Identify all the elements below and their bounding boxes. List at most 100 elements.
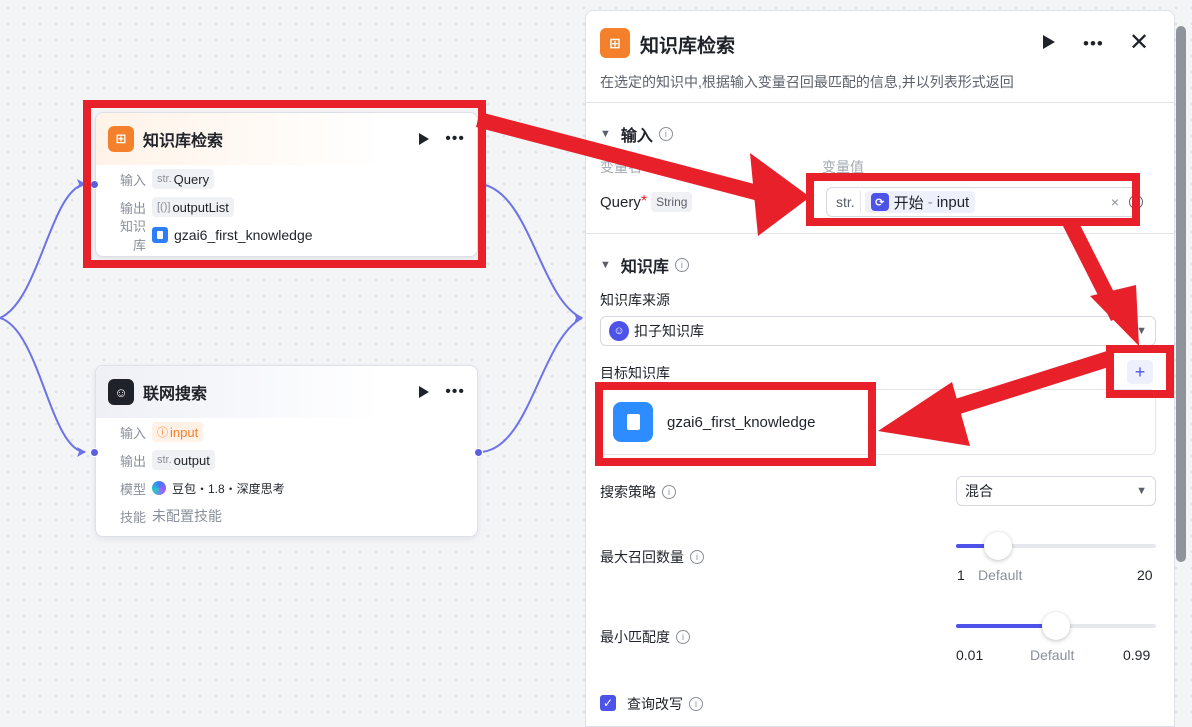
- kb-source-select[interactable]: ☺ 扣子知识库 ▼: [600, 316, 1156, 346]
- input-tag: str. Query: [152, 169, 215, 189]
- max-recall-slider[interactable]: [956, 532, 1156, 560]
- slider-min: 0.01: [956, 647, 984, 663]
- node-model-row: 模型 豆包・1.8・深度思考: [96, 474, 477, 502]
- select-value: 混合: [965, 483, 993, 499]
- column-header-name: 变量名: [600, 159, 642, 175]
- plus-icon: +: [1134, 361, 1146, 382]
- info-icon[interactable]: i: [676, 630, 690, 644]
- panel-scrollbar[interactable]: [1176, 26, 1186, 562]
- slider-max: 0.99: [1123, 647, 1151, 663]
- add-kb-button[interactable]: +: [1127, 360, 1153, 384]
- rewrite-label-row: 查询改写 i: [627, 694, 703, 714]
- more-options-button[interactable]: •••: [1083, 35, 1104, 52]
- info-icon[interactable]: i: [689, 697, 703, 711]
- workflow-canvas[interactable]: [0, 0, 585, 727]
- info-icon[interactable]: i: [658, 127, 673, 141]
- min-match-slider[interactable]: [956, 612, 1156, 640]
- kb-value: gzai6_first_knowledge: [174, 227, 313, 243]
- slider-thumb[interactable]: [1042, 612, 1070, 640]
- array-type-tag: [()]: [157, 201, 171, 213]
- model-label: 模型: [119, 481, 146, 497]
- web-node-input-port[interactable]: [90, 448, 99, 457]
- type-tag: str.: [157, 173, 172, 185]
- min-match-label: 最小匹配度: [600, 629, 670, 645]
- query-variable: Query * String: [600, 192, 693, 212]
- doubao-model-icon: [152, 481, 166, 495]
- kb-node-icon: ⊞: [108, 126, 134, 152]
- node-output-row: 输出 str. output: [96, 446, 477, 474]
- node-title: 知识库检索: [143, 133, 224, 150]
- panel-title: 知识库检索: [640, 36, 736, 57]
- strategy-select[interactable]: 混合 ▼: [956, 476, 1156, 506]
- ref-source: 开始: [893, 194, 924, 212]
- web-node-output-port[interactable]: [474, 448, 483, 457]
- setting-icon[interactable]: [1129, 195, 1143, 209]
- run-node-button[interactable]: [1043, 35, 1055, 49]
- input-value: input: [170, 424, 199, 440]
- node-output-row: 输出 [()] outputList: [96, 193, 477, 221]
- kb-node-input-port[interactable]: [90, 180, 99, 189]
- max-recall-label: 最大召回数量: [600, 549, 684, 565]
- node-header: ☺ 联网搜索 •••: [96, 366, 477, 418]
- warning-icon: ⓘ: [157, 427, 168, 439]
- node-title: 联网搜索: [143, 386, 208, 403]
- target-kb-label: 目标知识库: [600, 365, 670, 381]
- select-value: 扣子知识库: [634, 323, 704, 339]
- output-tag: str. output: [152, 450, 215, 470]
- chevron-down-icon: ▼: [1136, 485, 1147, 497]
- required-mark: *: [640, 193, 648, 210]
- info-icon[interactable]: i: [662, 485, 676, 499]
- variable-reference-input[interactable]: str. ⟳ 开始 - input ×: [826, 187, 1143, 217]
- web-search-node[interactable]: ☺ 联网搜索 ••• 输入 ⓘ input 输出 str. output 模型 豆包…: [95, 365, 478, 537]
- kb-section-header[interactable]: ▼ 知识库 i: [600, 253, 689, 277]
- node-input-row: 输入 str. Query: [96, 165, 477, 193]
- node-header: ⊞ 知识库检索 •••: [96, 113, 477, 165]
- panel-description: 在选定的知识中,根据输入变量召回最匹配的信息,并以列表形式返回: [600, 74, 1014, 90]
- web-search-icon: ☺: [108, 379, 134, 405]
- input-label: 输入: [119, 425, 146, 441]
- section-title: 输入: [620, 128, 653, 145]
- clear-icon[interactable]: ×: [1111, 194, 1119, 210]
- node-kb-row: 知识库 gzai6_first_knowledge: [96, 219, 477, 253]
- slider-fill: [956, 624, 1056, 628]
- document-icon: [152, 227, 168, 243]
- ref-variable: input: [936, 193, 970, 211]
- reference-chip[interactable]: ⟳ 开始 - input: [864, 191, 976, 213]
- run-node-button[interactable]: [419, 133, 430, 145]
- variable-type-badge: String: [651, 192, 693, 212]
- slider-thumb[interactable]: [984, 532, 1012, 560]
- kb-label: 知识库: [119, 219, 146, 253]
- output-value: output: [173, 452, 210, 468]
- rewrite-checkbox[interactable]: ✓: [600, 695, 616, 711]
- info-icon[interactable]: i: [674, 258, 689, 272]
- slider-default: Default: [978, 567, 1023, 583]
- kb-source-label: 知识库来源: [600, 292, 670, 308]
- selected-kb-card[interactable]: gzai6_first_knowledge: [600, 389, 1156, 455]
- skill-value: 未配置技能: [152, 508, 222, 524]
- type-tag: str.: [831, 191, 861, 213]
- slider-default: Default: [1030, 647, 1075, 663]
- chevron-down-icon: ▼: [600, 128, 611, 140]
- output-label: 输出: [119, 200, 146, 216]
- kb-name: gzai6_first_knowledge: [667, 413, 816, 431]
- section-title: 知识库: [620, 259, 669, 276]
- min-match-label-row: 最小匹配度 i: [600, 627, 690, 647]
- output-label: 输出: [119, 453, 146, 469]
- slider-min: 1: [957, 567, 965, 583]
- document-icon: [613, 402, 653, 442]
- input-value: Query: [173, 171, 210, 187]
- more-options-button[interactable]: •••: [445, 131, 465, 147]
- column-header-value: 变量值: [822, 159, 864, 175]
- coze-icon: ☺: [609, 321, 629, 341]
- more-options-button[interactable]: •••: [445, 384, 465, 400]
- kb-node-icon: ⊞: [600, 28, 630, 58]
- output-tag: [()] outputList: [152, 197, 234, 217]
- info-icon[interactable]: i: [690, 550, 704, 564]
- rewrite-label: 查询改写: [627, 696, 683, 712]
- input-tag: ⓘ input: [152, 422, 204, 442]
- close-icon[interactable]: ✕: [1129, 28, 1149, 57]
- kb-search-node[interactable]: ⊞ 知识库检索 ••• 输入 str. Query 输出 [()] outputLi…: [95, 112, 478, 257]
- variable-name: Query: [600, 193, 641, 211]
- run-node-button[interactable]: [419, 386, 430, 398]
- input-section-header[interactable]: ▼ 输入 i: [600, 122, 673, 146]
